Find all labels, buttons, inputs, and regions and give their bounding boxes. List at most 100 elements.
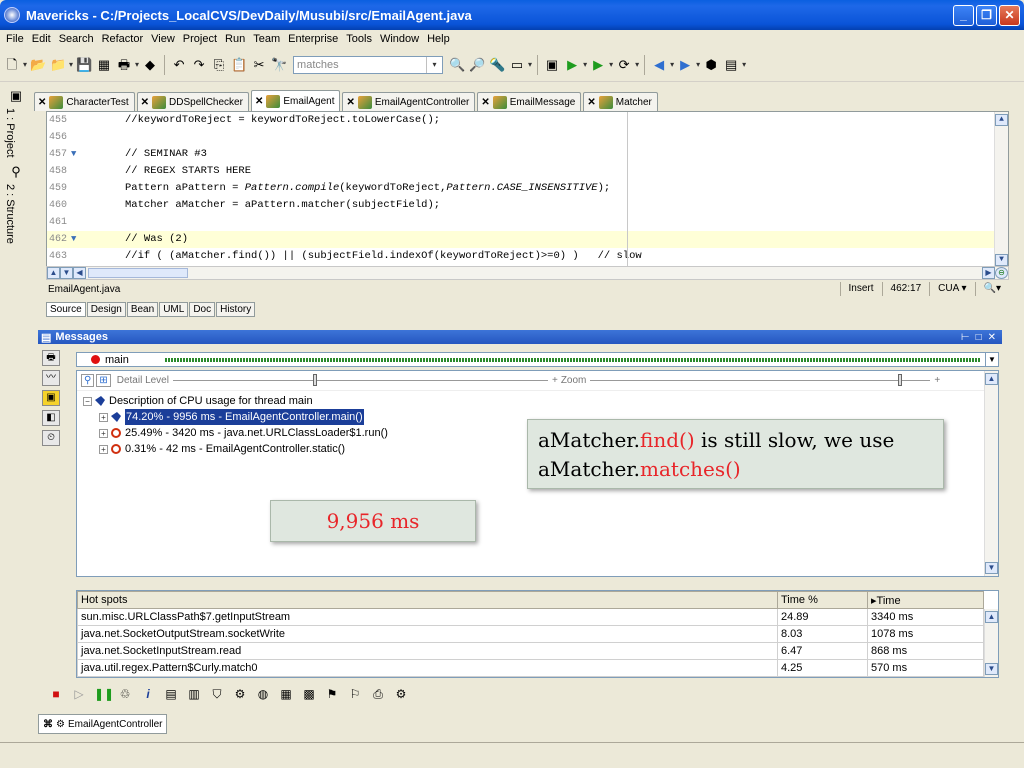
bookmark-dropdown-icon[interactable]: ▾ bbox=[528, 60, 532, 69]
garbage-collect-icon[interactable]: ♲ bbox=[117, 686, 133, 702]
detail-level-slider[interactable] bbox=[172, 374, 548, 386]
hotspots-scrollbar[interactable]: ▲ ▼ bbox=[984, 609, 998, 677]
split-down-icon[interactable]: ▼ bbox=[60, 267, 73, 279]
tab-emailagent[interactable]: ✕ EmailAgent bbox=[250, 90, 341, 111]
back-icon[interactable]: ◀ bbox=[651, 57, 667, 73]
allocations-icon[interactable]: ⚐ bbox=[347, 686, 363, 702]
cpu-graph-icon[interactable]: 〰 bbox=[42, 370, 60, 386]
compare-icon[interactable]: ▥ bbox=[186, 686, 202, 702]
search-combo[interactable]: ▾ bbox=[293, 55, 444, 74]
hierarchy-icon[interactable]: ⚲ bbox=[81, 374, 95, 387]
menu-view[interactable]: View bbox=[147, 33, 179, 45]
tab-ddspellchecker[interactable]: ✕ DDSpellChecker bbox=[136, 92, 249, 111]
forward-icon[interactable]: ▶ bbox=[677, 57, 693, 73]
find-in-files-icon[interactable]: 🔦 bbox=[489, 57, 505, 73]
code-editor[interactable]: 455 //keywordToReject = keywordToReject.t… bbox=[46, 111, 1009, 267]
resume-icon[interactable]: ▷ bbox=[71, 686, 87, 702]
thread-selector[interactable]: main ▼ bbox=[76, 352, 999, 367]
tree-node[interactable]: + 74.20% - 9956 ms - EmailAgentControlle… bbox=[83, 409, 388, 425]
stop-icon[interactable]: ■ bbox=[48, 686, 64, 702]
filter-icon[interactable]: ⛉ bbox=[209, 686, 225, 702]
find-prev-icon[interactable]: 🔎 bbox=[469, 57, 485, 73]
open-project-icon[interactable]: 📁 bbox=[50, 57, 66, 73]
tab-emailagentcontroller[interactable]: ✕ EmailAgentController bbox=[342, 92, 476, 111]
tree-node[interactable]: + 0.31% - 42 ms - EmailAgentController.s… bbox=[83, 441, 388, 457]
dock-icon[interactable]: ⊢ bbox=[961, 332, 970, 343]
table-row[interactable]: java.net.SocketOutputStream.socketWrite 8… bbox=[77, 625, 984, 643]
table-row[interactable]: java.net.SocketInputStream.read 6.47 868 m… bbox=[77, 642, 984, 660]
editor-horizontal-scrollbar[interactable]: ▲ ▼ ◀ ▶ ⊖ bbox=[46, 266, 1009, 280]
profile-dropdown-icon[interactable]: ▾ bbox=[635, 60, 639, 69]
undo-icon[interactable]: ↶ bbox=[171, 57, 187, 73]
help-icon[interactable]: ⬢ bbox=[703, 57, 719, 73]
error-status-icon[interactable]: ⊖ bbox=[995, 267, 1008, 279]
profile-scrollbar[interactable]: ▲ ▼ bbox=[984, 371, 998, 576]
close-tab-icon[interactable]: ✕ bbox=[481, 97, 489, 108]
menu-tools[interactable]: Tools bbox=[342, 33, 376, 45]
collapse-icon[interactable]: − bbox=[83, 396, 92, 406]
export-icon[interactable]: ⎙ bbox=[370, 686, 386, 702]
print-report-icon[interactable]: 🖶 bbox=[42, 350, 60, 366]
navigate-icon[interactable]: ◆ bbox=[142, 57, 158, 73]
tab-matcher[interactable]: ✕ Matcher bbox=[583, 92, 658, 111]
save-all-icon[interactable]: ▦ bbox=[96, 57, 112, 73]
print-icon[interactable]: 🖶 bbox=[116, 57, 132, 73]
new-dropdown-icon[interactable]: ▾ bbox=[23, 60, 27, 69]
find-next-icon[interactable]: 🔍 bbox=[449, 57, 465, 73]
menu-run[interactable]: Run bbox=[221, 33, 249, 45]
cpu-view-icon[interactable]: ▣ bbox=[42, 390, 60, 406]
pause-icon[interactable]: ❚❚ bbox=[94, 686, 114, 702]
minimize-button[interactable]: _ bbox=[953, 4, 974, 26]
menu-file[interactable]: File bbox=[2, 33, 28, 45]
run-dropdown-icon[interactable]: ▾ bbox=[583, 60, 587, 69]
horizontal-scroll-thumb[interactable] bbox=[88, 268, 188, 278]
tab-uml[interactable]: UML bbox=[159, 302, 189, 317]
tree-root[interactable]: − Description of CPU usage for thread ma… bbox=[83, 393, 388, 409]
close-tab-icon[interactable]: ⌘ bbox=[43, 719, 53, 730]
objects-icon[interactable]: ▩ bbox=[301, 686, 317, 702]
flat-view-icon[interactable]: ⊞ bbox=[96, 374, 111, 387]
status-insert-mode[interactable]: Insert bbox=[839, 282, 882, 296]
cut-icon[interactable]: ✂ bbox=[251, 57, 267, 73]
structure-view-icon[interactable]: ⚲ bbox=[8, 164, 24, 180]
menu-window[interactable]: Window bbox=[376, 33, 423, 45]
split-up-icon[interactable]: ▲ bbox=[47, 267, 60, 279]
table-row[interactable]: java.util.regex.Pattern$Curly.match0 4.25… bbox=[77, 659, 984, 677]
project-view-icon[interactable]: ▣ bbox=[8, 88, 24, 104]
menu-refactor[interactable]: Refactor bbox=[98, 33, 148, 45]
tab-project[interactable]: 1 : Project bbox=[4, 108, 16, 158]
tab-charactertest[interactable]: ✕ CharacterTest bbox=[34, 92, 135, 111]
debug-icon[interactable]: ▶ bbox=[590, 57, 606, 73]
menu-help[interactable]: Help bbox=[423, 33, 454, 45]
status-keymap[interactable]: CUA ▾ bbox=[929, 282, 974, 296]
monitor-icon[interactable]: ⚑ bbox=[324, 686, 340, 702]
slider-thumb[interactable] bbox=[312, 374, 317, 386]
close-tab-icon[interactable]: ✕ bbox=[587, 97, 595, 108]
thread-dropdown-icon[interactable]: ▼ bbox=[985, 353, 998, 366]
maximize-button[interactable]: ❐ bbox=[976, 4, 997, 26]
close-panel-icon[interactable]: ✕ bbox=[988, 332, 996, 343]
find-icon[interactable]: 🔭 bbox=[271, 57, 287, 73]
tree-node[interactable]: + 25.49% - 3420 ms - java.net.URLClassLo… bbox=[83, 425, 388, 441]
settings-icon[interactable]: ⚙ bbox=[393, 686, 409, 702]
close-button[interactable]: ✕ bbox=[999, 4, 1020, 26]
info-icon[interactable]: i bbox=[140, 686, 156, 702]
new-file-icon[interactable]: 🗋 bbox=[4, 57, 20, 73]
tab-doc[interactable]: Doc bbox=[189, 302, 216, 317]
search-dropdown-icon[interactable]: ▾ bbox=[426, 56, 442, 73]
fold-marker-icon[interactable]: ▼ bbox=[71, 146, 76, 163]
restore-panel-icon[interactable]: □ bbox=[976, 332, 982, 343]
scroll-down-icon[interactable]: ▼ bbox=[985, 663, 998, 675]
bookmark-icon[interactable]: ▭ bbox=[509, 57, 525, 73]
editor-vertical-scrollbar[interactable]: ▲ ▼ bbox=[994, 112, 1008, 266]
scroll-down-icon[interactable]: ▼ bbox=[995, 254, 1008, 266]
fold-marker-icon[interactable]: ▼ bbox=[71, 231, 76, 248]
print-dropdown-icon[interactable]: ▾ bbox=[135, 60, 139, 69]
run-icon[interactable]: ▶ bbox=[564, 57, 580, 73]
open-dropdown-icon[interactable]: ▾ bbox=[69, 60, 73, 69]
close-tab-icon[interactable]: ✕ bbox=[255, 96, 263, 107]
copy-icon[interactable]: ⎘ bbox=[211, 57, 227, 73]
scroll-left-icon[interactable]: ◀ bbox=[73, 267, 86, 279]
tab-emailmessage[interactable]: ✕ EmailMessage bbox=[477, 92, 582, 111]
close-tab-icon[interactable]: ✕ bbox=[141, 97, 149, 108]
